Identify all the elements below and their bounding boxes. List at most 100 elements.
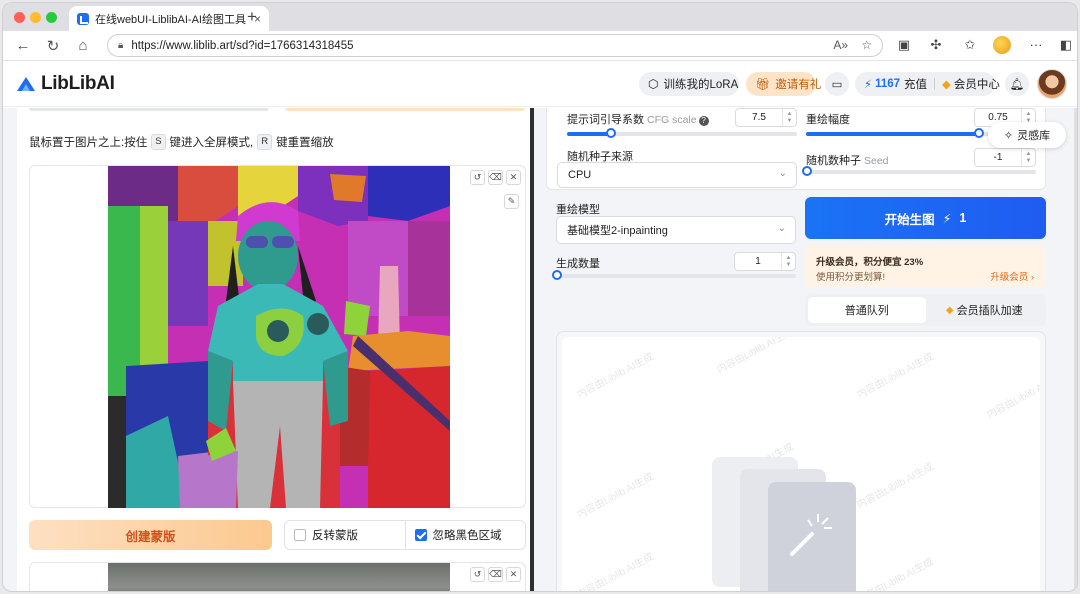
page-scrollbar[interactable]	[1074, 108, 1077, 591]
generate-button[interactable]: 开始生图 ⚡︎ 1	[805, 197, 1046, 239]
source-image-canvas[interactable]: ↺ ⌫ ✕	[29, 562, 526, 591]
sidebar-toggle-icon[interactable]: ◧	[1057, 37, 1075, 53]
undo-icon[interactable]: ↺	[470, 170, 485, 185]
help-icon[interactable]: ?	[698, 116, 709, 126]
favorites-list-icon[interactable]: ✩	[961, 37, 979, 53]
watermark-text: 内容由Liblib AI生成	[575, 551, 656, 592]
invert-mask-checkbox[interactable]	[294, 529, 306, 541]
vip-subtitle: 使用积分更划算!	[816, 272, 886, 283]
count-stepper[interactable]: 1 ▲ ▼	[734, 252, 796, 271]
stepper-arrows-icon[interactable]: ▲ ▼	[782, 109, 796, 126]
train-lora-label: 训练我的LoRA	[663, 79, 739, 91]
lock-icon: 🔒︎	[118, 40, 124, 51]
lightning-icon: ⚡︎	[942, 211, 952, 226]
undo-icon[interactable]: ↺	[470, 567, 485, 582]
watermark-text: 内容由Liblib AI生成	[985, 371, 1040, 422]
favorite-star-icon[interactable]: ☆	[861, 38, 872, 52]
invite-button[interactable]: 🎁︎ 邀请有礼	[746, 72, 821, 96]
tab-title: 在线webUI-LiblibAI-AI绘图工具	[95, 13, 246, 26]
browser-toolbar: ← ↻ ⌂ 🔒︎ https://www.liblib.art/sd?id=17…	[3, 31, 1077, 61]
segmentation-canvas[interactable]: ↺ ⌫ ✕ ✎	[29, 165, 526, 508]
liblib-logo-icon[interactable]	[15, 75, 37, 93]
browser-tab-bar: 在线webUI-LiblibAI-AI绘图工具 × +	[3, 3, 1077, 31]
count-slider-thumb[interactable]	[552, 270, 562, 280]
cfg-label: 提示词引导系数 CFG scale?	[567, 111, 709, 127]
seed-label-text: 随机数种子	[806, 155, 861, 167]
bell-icon: 🔔︎	[1009, 79, 1025, 91]
cfg-slider[interactable]	[567, 128, 797, 138]
browser-tab[interactable]: 在线webUI-LiblibAI-AI绘图工具 ×	[69, 6, 269, 31]
logo-text[interactable]: LibLibAI	[41, 73, 115, 95]
address-bar[interactable]: 🔒︎ https://www.liblib.art/sd?id=17663143…	[107, 34, 883, 57]
upload-area-edge	[29, 108, 269, 111]
close-window-button[interactable]	[14, 12, 25, 23]
count-value: 1	[755, 256, 761, 267]
create-mask-button[interactable]: 创建蒙版	[29, 520, 272, 550]
key-r-badge: R	[257, 134, 273, 150]
back-arrow-icon[interactable]: ←	[13, 37, 33, 54]
user-avatar[interactable]	[1037, 69, 1067, 99]
hint-middle: 键进入全屏模式,	[169, 137, 254, 149]
reload-icon[interactable]: ↻	[43, 37, 63, 55]
inspiration-library-button[interactable]: ✧ 灵感库	[988, 122, 1066, 148]
notification-button[interactable]: 🔔︎	[1005, 72, 1029, 96]
eraser-icon[interactable]: ⌫	[488, 567, 503, 582]
tab-vip-queue[interactable]: ◆ 会员插队加速	[926, 297, 1044, 323]
watermark-text: 内容由Liblib AI生成	[855, 556, 936, 592]
maximize-window-button[interactable]	[46, 12, 57, 23]
ignore-black-checkbox[interactable]	[414, 529, 427, 541]
params-panel: 提示词引导系数CFG scale? 7.5 ▲▼ 重绘幅度 0.75 ▲▼	[546, 108, 1056, 592]
points-count: 1167	[875, 78, 901, 90]
diamond-icon: ◆	[942, 79, 951, 91]
split-screen-icon[interactable]: ▣	[895, 37, 913, 53]
denoise-slider-thumb[interactable]	[973, 128, 984, 138]
inpaint-model-select[interactable]: 基础模型2-inpainting ⌄	[556, 216, 796, 244]
more-menu-icon[interactable]: ···	[1027, 37, 1045, 52]
seed-slider-thumb[interactable]	[802, 166, 812, 176]
lightning-icon: ⚡︎	[864, 79, 873, 91]
browser-profile-avatar[interactable]	[993, 36, 1011, 54]
inspiration-label: 灵感库	[1017, 130, 1051, 142]
read-aloud-icon[interactable]: A»	[833, 38, 848, 52]
train-lora-button[interactable]: ⬡ 训练我的LoRA	[639, 72, 739, 96]
tab-normal-queue[interactable]: 普通队列	[808, 297, 926, 323]
upgrade-vip-link[interactable]: 升级会员 ›	[990, 269, 1034, 283]
stepper-arrows-icon[interactable]: ▲ ▼	[781, 253, 795, 270]
recharge-label: 充值	[904, 79, 928, 91]
hint-prefix: 鼠标置于图片之上:按住	[29, 137, 148, 149]
brush-icon[interactable]: ✎	[504, 194, 519, 209]
eraser-icon[interactable]: ⌫	[488, 170, 503, 185]
invert-mask-option[interactable]: 反转蒙版	[285, 521, 405, 549]
watermark-text: 内容由Liblib AI生成	[575, 471, 656, 522]
new-tab-button[interactable]: +	[247, 7, 257, 27]
invert-mask-label: 反转蒙版	[312, 530, 358, 542]
count-label: 生成数量	[556, 258, 600, 270]
cube-icon: ⬡	[648, 77, 659, 91]
cfg-stepper[interactable]: 7.5 ▲ ▼	[735, 108, 797, 127]
folder-button[interactable]: ▭	[825, 72, 849, 96]
panel-resize-handle[interactable]	[530, 108, 534, 591]
hint-suffix: 键重置缩放	[276, 137, 334, 149]
close-icon[interactable]: ✕	[506, 567, 521, 582]
ignore-black-option[interactable]: 忽略黑色区域	[404, 521, 526, 549]
seed-slider[interactable]	[802, 166, 1036, 176]
extensions-icon[interactable]: ✣	[927, 37, 945, 53]
home-icon[interactable]: ⌂	[73, 37, 93, 54]
segmentation-map-image[interactable]	[108, 166, 450, 508]
main-content: 鼠标置于图片之上:按住 S 键进入全屏模式, R 键重置缩放 ↺ ⌫ ✕ ✎ 创…	[3, 108, 1077, 592]
count-slider[interactable]	[552, 270, 796, 280]
points-recharge-button[interactable]: ⚡︎ 1167 充值 | ◆ 会员中心	[855, 72, 1000, 96]
generate-label: 开始生图	[884, 212, 935, 227]
result-preview-area: 内容由Liblib AI生成 内容由Liblib AI生成 内容由Liblib …	[556, 331, 1046, 592]
canvas-toolbar-2: ↺ ⌫ ✕	[470, 567, 521, 582]
seed-source-select[interactable]: CPU ⌄	[557, 162, 797, 188]
vip-upsell-card: 升级会员，积分便宜 23% 使用积分更划算! 升级会员 ›	[805, 245, 1046, 287]
member-center-label: 会员中心	[953, 79, 1000, 91]
cfg-slider-fill	[567, 132, 611, 136]
seed-value: -1	[993, 152, 1003, 163]
seed-stepper[interactable]: -1 ▲ ▼	[974, 148, 1036, 167]
close-icon[interactable]: ✕	[506, 170, 521, 185]
cfg-slider-thumb[interactable]	[605, 128, 616, 138]
minimize-window-button[interactable]	[30, 12, 41, 23]
stepper-arrows-icon[interactable]: ▲ ▼	[1021, 149, 1035, 166]
